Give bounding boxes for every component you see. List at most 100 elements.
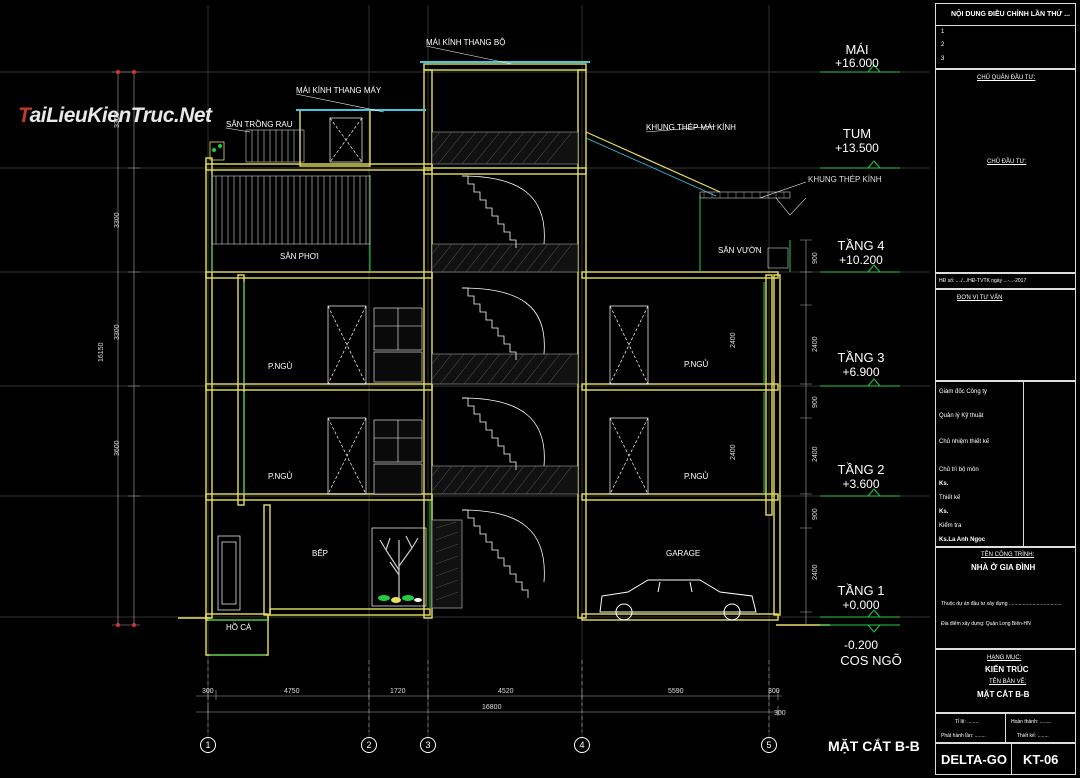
- revision-row-3: 3: [941, 56, 945, 62]
- sig-tech-manager: Quản lý Kỹ thuật: [939, 413, 984, 419]
- dim-right-4: 900: [812, 508, 819, 520]
- signature-col: [1023, 381, 1076, 547]
- consultant-label: ĐƠN VỊ TƯ VẤN: [957, 295, 1003, 301]
- title-block: NỘI DUNG ĐIỀU CHỈNH LẦN THỨ ... 1 2 3 CH…: [935, 3, 1076, 775]
- tree-illustration: [371, 527, 427, 607]
- level-name-roof: MÁI: [845, 42, 869, 57]
- stair-flights: [431, 175, 545, 609]
- sheet-number: KT-06: [1023, 752, 1059, 767]
- dim-bottom-3: 4520: [498, 688, 514, 695]
- dim-right-2: 900: [812, 396, 819, 408]
- room-garage: GARAGE: [666, 549, 701, 558]
- project-name: NHÀ Ở GIA ĐÌNH: [971, 563, 1036, 572]
- dim-left-1: 3300: [114, 212, 121, 228]
- dim-bottom-4: 5590: [668, 688, 684, 695]
- label-steel-frame-glass: KHUNG THÉP MÁI KÍNH: [646, 123, 736, 132]
- consultant-frame: [935, 289, 1076, 381]
- sig-ks-1: Ks.: [939, 481, 949, 487]
- revision-row-1: 1: [941, 29, 945, 35]
- dim-right-1: 2400: [812, 336, 819, 352]
- sig-chief-designer: Chủ nhiệm thiết kế: [939, 439, 990, 445]
- sig-director: Giám đốc Công ty: [939, 389, 988, 395]
- dim-left-2: 3300: [114, 324, 121, 340]
- label-glass-roof-stair: MÁI KÍNH THANG BỘ: [426, 38, 506, 47]
- room-bedroom-2-right: P.NGỦ: [684, 472, 709, 481]
- revision-row-2: 2: [941, 42, 945, 48]
- room-fish-pond: HỒ CÁ: [226, 623, 252, 632]
- dim-right-0: 900: [812, 252, 819, 264]
- dim-bottom-1: 4750: [284, 688, 300, 695]
- level-value-tum: +13.500: [835, 141, 879, 155]
- sig-discipline-lead: Chủ trì bộ môn: [939, 467, 979, 473]
- dim-right-7: 2400: [730, 444, 737, 460]
- sig-ks-name: Ks.La Anh Ngọc: [939, 537, 986, 543]
- level-name-floor4: TẦNG 4: [837, 238, 885, 253]
- level-value-floor4: +10.200: [839, 253, 883, 267]
- drawing-name-label: TÊN BẢN VẼ:: [989, 679, 1027, 685]
- category-value: KIẾN TRÚC: [985, 665, 1029, 674]
- axis-marker-2: 2: [361, 737, 377, 753]
- drawing-name-value: MẶT CẮT B-B: [977, 690, 1030, 699]
- leader-lines: [225, 45, 807, 199]
- design-no-text: Thiết kế: ........: [1017, 733, 1049, 739]
- level-value-floor2: +3.600: [842, 477, 880, 491]
- axis-marker-3: 3: [420, 737, 436, 753]
- sig-checker: Kiểm tra: [939, 523, 962, 529]
- dim-left-3: 3600: [114, 440, 121, 456]
- dim-left-0: 3300: [114, 112, 121, 128]
- sig-designer: Thiết kế: [939, 495, 961, 501]
- dim-bottom-2: 1720: [390, 688, 406, 695]
- dim-right-6: 2400: [730, 332, 737, 348]
- level-value-floor3: +6.900: [842, 365, 880, 379]
- dim-right-5: 2400: [812, 564, 819, 580]
- level-name-floor3: TẦNG 3: [837, 350, 885, 365]
- dim-right-extra: 300: [774, 710, 786, 717]
- dim-right-3: 2400: [812, 446, 819, 462]
- windows: [373, 307, 423, 495]
- issue-text: Phát hành lần: ........: [941, 733, 986, 739]
- label-glass-roof-elevator: MÁI KÍNH THANG MÁY: [296, 86, 382, 95]
- dimension-lines: [112, 71, 812, 732]
- axis-marker-4: 4: [574, 737, 590, 753]
- level-value-floor1: +0.000: [842, 598, 880, 612]
- contract-text: HĐ số: ..../.../HĐ-TVTK ngày ...-...-201…: [939, 278, 1027, 284]
- dim-left-total: 16150: [98, 342, 105, 362]
- axis-marker-1: 1: [200, 737, 216, 753]
- label-vegetable-yard: SÂN TRỒNG RAU: [226, 120, 293, 129]
- revision-rows-frame: [935, 25, 1076, 69]
- level-name-lane: COS NGÕ: [840, 653, 902, 668]
- level-name-floor1: TẦNG 1: [837, 583, 885, 598]
- project-scope: Thuộc dự án đầu tư xây dựng ............…: [941, 601, 1062, 607]
- drawing-title: MẶT CẮT B-B: [828, 738, 920, 754]
- room-garden-yard: SÂN VƯỜN: [718, 246, 762, 255]
- sig-ks-2: Ks.: [939, 509, 949, 515]
- dim-bottom-5: 300: [768, 688, 780, 695]
- dim-bottom-0: 300: [202, 688, 214, 695]
- category-label: HẠNG MỤC:: [987, 655, 1022, 661]
- stair-hatch: [431, 131, 573, 495]
- level-name-floor2: TẦNG 2: [837, 462, 885, 477]
- level-value-roof: +16.000: [835, 56, 879, 70]
- revision-header: NỘI DUNG ĐIỀU CHỈNH LẦN THỨ ...: [951, 11, 1070, 18]
- railing: [211, 129, 371, 245]
- dimension-ticks: [116, 70, 136, 627]
- investor-label: CHỦ ĐẦU TƯ:: [987, 159, 1027, 165]
- scale-text: Tỉ lệ: ........: [955, 719, 979, 725]
- room-bedroom-3-left: P.NGỦ: [268, 362, 293, 371]
- dim-total: 16800: [482, 704, 502, 711]
- project-location: Địa điểm xây dựng: Quận Long Biên-HN: [941, 621, 1031, 627]
- axis-marker-5: 5: [761, 737, 777, 753]
- level-value-lane: -0.200: [843, 638, 879, 652]
- room-bedroom-3-right: P.NGỦ: [684, 360, 709, 369]
- project-label: TÊN CÔNG TRÌNH:: [981, 552, 1035, 558]
- room-bedroom-2-left: P.NGỦ: [268, 472, 293, 481]
- room-kitchen: BẾP: [312, 549, 329, 558]
- investor-manager-label: CHỦ QUẢN ĐẦU TƯ:: [977, 75, 1036, 81]
- label-steel-frame: KHUNG THÉP KÍNH: [808, 175, 882, 184]
- cad-drawing-canvas: TaiLieuKienTruc.Net MÁI KÍNH THANG BỘ MÁ…: [0, 0, 1080, 778]
- level-name-tum: TUM: [842, 126, 872, 141]
- investor-frame: [935, 69, 1076, 273]
- room-drying-yard: SÂN PHƠI: [280, 252, 319, 261]
- completed-text: Hoàn thành: ........: [1011, 719, 1051, 725]
- company-code: DELTA-GO: [941, 752, 1007, 767]
